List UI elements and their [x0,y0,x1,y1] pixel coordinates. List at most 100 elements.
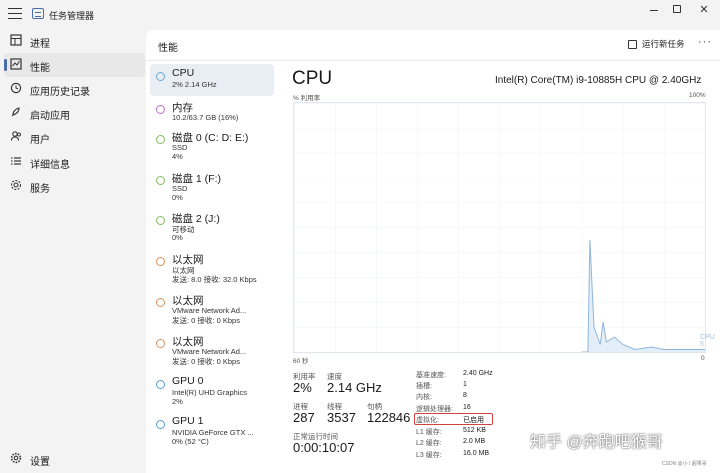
device-item-disk-0[interactable]: 磁盘 0 (C: D: E:) SSD 4% [150,127,274,167]
device-detail: 0% [172,193,183,202]
device-detail: 2% [172,397,183,406]
cpu-graph-canvas [294,103,705,352]
sidebar-item-startup-apps[interactable]: 启动应用 [4,101,145,125]
zhihu-watermark: 知乎 @奔跑吧猴哥 [530,434,663,451]
run-task-icon [628,39,637,49]
run-new-task-button[interactable]: 运行新任务 [628,38,685,50]
sidebar-item-performance[interactable]: 性能 [4,53,145,77]
device-detail: 0% [172,233,183,242]
device-item-memory[interactable]: 内存 10.2/63.7 GB (16%) [150,97,274,127]
device-item-gpu-1[interactable]: GPU 1 NVIDIA GeForce GTX ... 0% (52 °C) [150,412,274,452]
sidebar-item-services[interactable]: 服务 [4,174,145,198]
utilization-axis-label: % 利用率 [293,95,321,102]
users-icon [10,130,22,142]
device-item-ethernet-2[interactable]: 以太网 VMware Network Ad... 发送: 0 接收: 0 Kbp… [150,290,274,330]
spec-label-l3-cache: L3 缓存: [416,452,442,459]
window-title: 任务管理器 [49,11,95,21]
spec-label-cores: 内核: [416,394,432,401]
utilization-value: 2% [293,380,312,395]
sidebar-item-label: 服务 [30,184,50,195]
device-item-ethernet-1[interactable]: 以太网 以太网 发送: 8.0 接收: 32.0 Kbps [150,249,274,289]
gear-icon [10,452,22,464]
history-icon [10,82,22,94]
run-new-task-label: 运行新任务 [642,39,685,49]
header-divider [146,60,720,61]
sidebar-nav: 进程 性能 应用历史记录 启动应用 用户 详细信息 服务 设置 [0,26,146,473]
maximize-button[interactable] [666,3,688,17]
spec-value-cores: 8 [463,392,467,399]
close-button[interactable]: ✕ [693,3,715,17]
time-axis-label: 60 秒 [293,358,309,365]
spec-value-sockets: 1 [463,381,467,388]
threads-value: 3537 [327,410,356,425]
handles-value: 122846 [367,410,411,425]
device-detail: SSD [172,143,188,152]
disk-status-icon [156,176,165,185]
sidebar-item-users[interactable]: 用户 [4,125,145,149]
sidebar-item-label: 应用历史记录 [30,87,90,98]
sidebar-item-app-history[interactable]: 应用历史记录 [4,77,145,101]
processes-icon [10,34,22,46]
device-item-cpu[interactable]: CPU 2% 2.14 GHz [150,64,274,96]
hamburger-menu-icon[interactable] [8,8,22,20]
sidebar-item-label: 启动应用 [30,111,70,122]
utilization-axis-max: 100% [689,92,706,99]
device-item-disk-2[interactable]: 磁盘 2 (J:) 可移动 0% [150,208,274,248]
sidebar-item-label: 性能 [30,63,50,74]
device-detail: Intel(R) UHD Graphics [172,388,248,397]
page-title: 性能 [158,43,178,54]
minimize-icon [650,9,658,11]
cpu-model-name: Intel(R) Core(TM) i9-10885H CPU @ 2.40GH… [495,75,702,86]
spec-value-base-speed: 2.40 GHz [463,370,493,377]
device-item-disk-1[interactable]: 磁盘 1 (F:) SSD 0% [150,168,274,208]
device-name: GPU 1 [172,415,204,427]
more-options-button[interactable]: ··· [698,36,712,48]
device-item-gpu-0[interactable]: GPU 0 Intel(R) UHD Graphics 2% [150,372,274,412]
time-axis-zero: 0 [701,355,705,362]
device-detail: 发送: 0 接收: 0 Kbps [172,316,240,325]
spec-value-l1-cache: 512 KB [463,427,486,434]
device-detail: 4% [172,152,183,161]
sidebar-item-label: 用户 [30,135,50,146]
device-item-ethernet-3[interactable]: 以太网 VMware Network Ad... 发送: 0 接收: 0 Kbp… [150,331,274,371]
sidebar-item-settings[interactable]: 设置 [4,447,145,471]
services-icon [10,179,22,191]
csdn-watermark: CSDN @小 I 超果哥 [662,461,707,467]
ethernet-status-icon [156,298,165,307]
main-panel: 性能 运行新任务 ··· CPU 2% 2.14 GHz 内存 10.2/63.… [146,30,720,473]
sidebar-item-label: 设置 [30,457,50,468]
spec-label-virtualization: 虚拟化: [416,417,439,424]
minimize-button[interactable] [643,3,665,17]
details-icon [10,155,22,167]
spec-label-sockets: 插槽: [416,383,432,390]
spec-label-base-speed: 基准速度: [416,372,446,379]
uptime-value: 0:00:10:07 [293,440,355,455]
performance-icon [10,58,22,70]
device-detail: 发送: 8.0 接收: 32.0 Kbps [172,275,257,284]
speed-value: 2.14 GHz [327,380,382,395]
disk-status-icon [156,216,165,225]
sidebar-item-details[interactable]: 详细信息 [4,150,145,174]
disk-status-icon [156,135,165,144]
ethernet-status-icon [156,339,165,348]
device-detail: 0% (52 °C) [172,437,209,446]
device-detail: SSD [172,184,188,193]
device-detail: VMware Network Ad... [172,347,247,356]
maximize-icon [673,5,681,13]
spec-value-l3-cache: 16.0 MB [463,450,490,457]
sidebar-item-processes[interactable]: 进程 [4,29,145,53]
sidebar-item-label: 进程 [30,39,50,50]
gpu-status-icon [156,420,165,429]
sidebar-item-label: 详细信息 [30,160,70,171]
spec-value-logical-processors: 16 [463,404,471,411]
memory-status-icon [156,105,165,114]
device-detail: 10.2/63.7 GB (16%) [172,113,239,122]
graph-cpu-label: CPU 5 [700,334,715,348]
device-detail: 发送: 0 接收: 0 Kbps [172,357,240,366]
device-detail: NVIDIA GeForce GTX ... [172,428,254,437]
spec-label-l2-cache: L2 缓存: [416,440,442,447]
close-icon: ✕ [699,4,709,16]
gpu-status-icon [156,380,165,389]
task-manager-app-icon [32,8,44,19]
cpu-heading: CPU [292,68,333,89]
